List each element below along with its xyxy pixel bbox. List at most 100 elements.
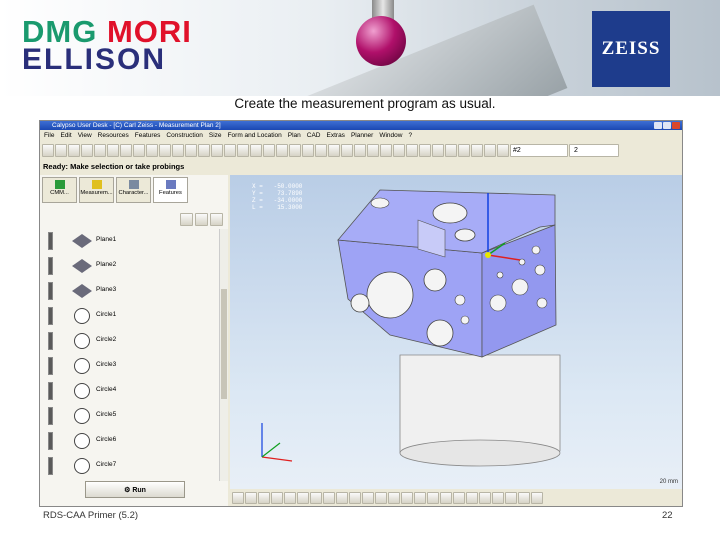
toolbar-button[interactable] [289, 143, 301, 157]
menu-item-construction[interactable]: Construction [166, 132, 203, 139]
run-button[interactable]: ⚙ Run [85, 481, 185, 498]
view-toolbar-button[interactable] [362, 491, 374, 504]
view-toolbar-button[interactable] [284, 491, 296, 504]
toolbar-button[interactable] [380, 143, 392, 157]
toolbar-button[interactable] [224, 143, 236, 157]
toolbar-button[interactable] [250, 143, 262, 157]
toolbar-button[interactable] [302, 143, 314, 157]
menu-item-plan[interactable]: Plan [288, 132, 301, 139]
toolbar-button[interactable] [120, 143, 132, 157]
close-button[interactable] [672, 122, 680, 129]
toolbar-button[interactable] [211, 143, 223, 157]
toolbar-button[interactable] [198, 143, 210, 157]
toolbar-button[interactable] [172, 143, 184, 157]
toolbar-button[interactable] [107, 143, 119, 157]
feature-row[interactable]: Circle1 [48, 306, 220, 326]
view-toolbar-button[interactable] [297, 491, 309, 504]
view-toolbar-button[interactable] [232, 491, 244, 504]
tab-character[interactable]: Character... [116, 177, 151, 203]
toolbar-button[interactable] [237, 143, 249, 157]
menu-item-file[interactable]: File [44, 132, 54, 139]
view-toolbar-button[interactable] [258, 491, 270, 504]
tab-cmm[interactable]: CMM... [42, 177, 77, 203]
view-toolbar-button[interactable] [388, 491, 400, 504]
view-toolbar-button[interactable] [401, 491, 413, 504]
toolbar-select-value[interactable]: 2 [569, 143, 619, 157]
delete-icon[interactable] [210, 213, 223, 226]
toolbar-button[interactable] [94, 143, 106, 157]
toolbar-button[interactable] [42, 143, 54, 157]
view-toolbar-button[interactable] [271, 491, 283, 504]
feature-row[interactable]: Circle4 [48, 381, 220, 401]
view-toolbar-button[interactable] [310, 491, 322, 504]
view-toolbar-button[interactable] [336, 491, 348, 504]
tab-measurem[interactable]: Measurem... [79, 177, 114, 203]
toolbar-button[interactable] [432, 143, 444, 157]
view-toolbar-button[interactable] [492, 491, 504, 504]
view-toolbar-button[interactable] [518, 491, 530, 504]
menu-item-resources[interactable]: Resources [98, 132, 129, 139]
cad-viewport[interactable]: X = -50.0000 Y = 73.7890 Z = -34.0000 L … [230, 175, 682, 489]
toolbar-button[interactable] [315, 143, 327, 157]
toolbar-button[interactable] [55, 143, 67, 157]
tab-features[interactable]: Features [153, 177, 188, 203]
toolbar-button[interactable] [328, 143, 340, 157]
menu-item-edit[interactable]: Edit [60, 132, 71, 139]
toolbar-button[interactable] [471, 143, 483, 157]
menu-item-planner[interactable]: Planner [351, 132, 373, 139]
menu-item-form-and-location[interactable]: Form and Location [228, 132, 282, 139]
feature-row[interactable]: Plane1 [48, 231, 220, 251]
toolbar-select[interactable]: #2 [510, 143, 568, 157]
menu-item-cad[interactable]: CAD [307, 132, 321, 139]
toolbar-button[interactable] [419, 143, 431, 157]
feature-list-scrollbar[interactable] [219, 229, 228, 481]
sort-icon[interactable] [195, 213, 208, 226]
menu-item-window[interactable]: Window [379, 132, 402, 139]
toolbar-button[interactable] [484, 143, 496, 157]
menu-item--[interactable]: ? [408, 132, 412, 139]
minimize-button[interactable] [654, 122, 662, 129]
toolbar-button[interactable] [146, 143, 158, 157]
toolbar-button[interactable] [185, 143, 197, 157]
view-toolbar-button[interactable] [375, 491, 387, 504]
menu-item-size[interactable]: Size [209, 132, 222, 139]
edit-icon[interactable] [180, 213, 193, 226]
toolbar-button[interactable] [354, 143, 366, 157]
view-toolbar-button[interactable] [323, 491, 335, 504]
maximize-button[interactable] [663, 122, 671, 129]
feature-row[interactable]: Circle5 [48, 406, 220, 426]
toolbar-button[interactable] [159, 143, 171, 157]
toolbar-button[interactable] [393, 143, 405, 157]
view-toolbar-button[interactable] [466, 491, 478, 504]
toolbar-button[interactable] [133, 143, 145, 157]
view-toolbar-button[interactable] [440, 491, 452, 504]
menu-item-view[interactable]: View [78, 132, 92, 139]
menu-item-features[interactable]: Features [135, 132, 161, 139]
scrollbar-thumb[interactable] [221, 289, 227, 399]
toolbar-button[interactable] [458, 143, 470, 157]
view-toolbar-button[interactable] [453, 491, 465, 504]
toolbar-button[interactable] [263, 143, 275, 157]
view-toolbar-button[interactable] [427, 491, 439, 504]
toolbar-button[interactable] [341, 143, 353, 157]
toolbar-button[interactable] [367, 143, 379, 157]
view-toolbar-button[interactable] [531, 491, 543, 504]
feature-row[interactable]: Circle6 [48, 431, 220, 451]
toolbar-button[interactable] [81, 143, 93, 157]
toolbar-button[interactable] [497, 143, 509, 157]
toolbar-button[interactable] [445, 143, 457, 157]
feature-row[interactable]: Plane3 [48, 281, 220, 301]
feature-row[interactable]: Circle2 [48, 331, 220, 351]
view-toolbar-button[interactable] [505, 491, 517, 504]
feature-row[interactable]: Plane2 [48, 256, 220, 276]
toolbar-button[interactable] [68, 143, 80, 157]
feature-row[interactable]: Circle7 [48, 456, 220, 476]
toolbar-button[interactable] [406, 143, 418, 157]
menu-item-extras[interactable]: Extras [327, 132, 345, 139]
feature-row[interactable]: Circle3 [48, 356, 220, 376]
view-toolbar-button[interactable] [245, 491, 257, 504]
view-toolbar-button[interactable] [349, 491, 361, 504]
view-toolbar-button[interactable] [414, 491, 426, 504]
toolbar-button[interactable] [276, 143, 288, 157]
view-toolbar-button[interactable] [479, 491, 491, 504]
